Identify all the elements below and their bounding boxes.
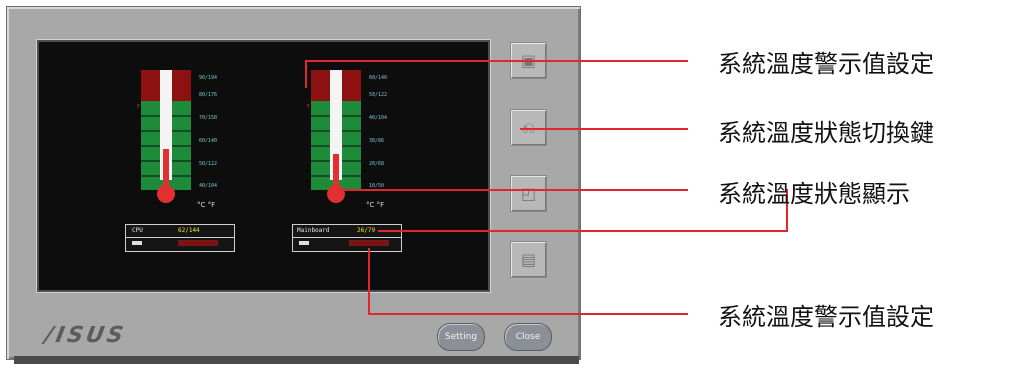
mb-scale-2: 50/122: [369, 92, 388, 98]
asus-logo: /ISUS: [42, 323, 128, 348]
device-shadow: [14, 356, 579, 364]
cpu-warning-field[interactable]: [178, 240, 218, 246]
temperature-monitor-screen: r 90/194 80/176 70/158 60/140 50/122 40/…: [37, 40, 490, 292]
cpu-status-indicator: [132, 241, 142, 245]
annotation-line-3-return: [378, 230, 788, 232]
annotation-line-1: [305, 60, 688, 62]
cpu-units: °C °F: [197, 201, 216, 209]
cpu-readout-box: CPU 62/144: [125, 224, 235, 252]
display-icon: ◰: [520, 184, 537, 203]
cpu-scale-5: 50/122: [199, 161, 218, 167]
mb-units: °C °F: [366, 201, 385, 209]
document-button[interactable]: ▤: [510, 241, 547, 278]
mainboard-warning-field[interactable]: [349, 240, 389, 246]
cpu-scale-2: 80/176: [199, 92, 218, 98]
mainboard-label: Mainboard: [297, 227, 330, 234]
mainboard-status-indicator: [299, 241, 309, 245]
document-icon: ▤: [520, 250, 537, 269]
annotation-status-display: 系統溫度狀態顯示: [718, 180, 910, 208]
annotation-line-4-vertical: [368, 248, 370, 314]
display-button[interactable]: ◰: [510, 175, 547, 212]
mainboard-readout-box: Mainboard 26/79: [292, 224, 402, 252]
annotation-line-1-drop: [305, 60, 307, 88]
annotation-warning-setting: 系統溫度警示值設定: [718, 50, 934, 78]
annotation-warning-setting-2: 系統溫度警示值設定: [718, 303, 934, 331]
mb-scale-1: 60/140: [369, 75, 388, 81]
mainboard-temperature-value: 26/79: [357, 227, 376, 234]
annotation-line-2: [520, 128, 688, 130]
cpu-label: CPU: [132, 227, 143, 234]
cpu-scale-1: 90/194: [199, 75, 218, 81]
mb-scale-4: 30/86: [369, 138, 385, 144]
svg-text:r: r: [137, 102, 140, 110]
mb-scale-5: 20/68: [369, 161, 385, 167]
annotation-line-3: [338, 189, 688, 191]
cpu-scale-6: 40/104: [199, 183, 218, 189]
annotation-status-switch: 系統溫度狀態切換鍵: [718, 119, 934, 147]
setting-button[interactable]: Setting: [437, 323, 485, 351]
annotation-line-4: [368, 313, 688, 315]
close-button[interactable]: Close: [504, 323, 552, 351]
cpu-temperature-value: 62/144: [178, 227, 200, 234]
cpu-scale-3: 70/158: [199, 115, 218, 121]
svg-text:r: r: [307, 102, 310, 110]
cpu-scale-4: 60/140: [199, 138, 218, 144]
mb-scale-3: 40/104: [369, 115, 388, 121]
